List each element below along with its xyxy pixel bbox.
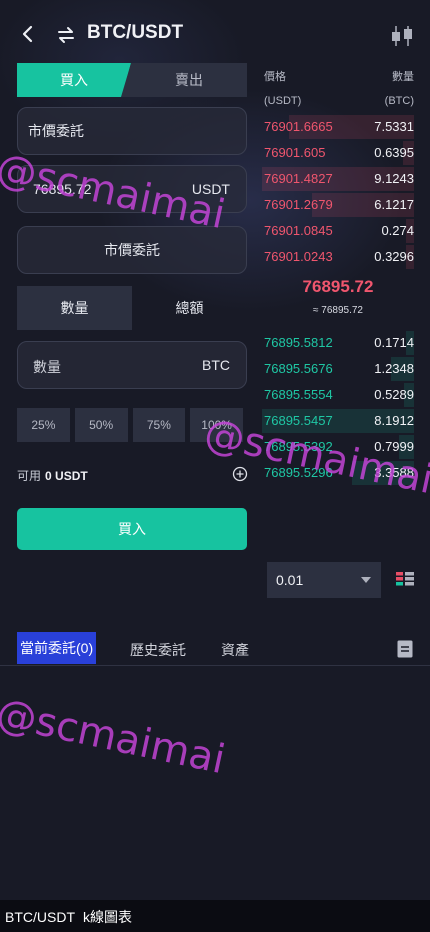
price-field[interactable]: 76895.72 USDT	[17, 165, 247, 213]
ask-row[interactable]: 76901.0243 0.3296	[262, 244, 414, 270]
tab-quantity[interactable]: 數量	[17, 286, 132, 330]
swap-icon[interactable]	[56, 25, 76, 45]
footer-chart-label: k線圖表	[83, 909, 132, 925]
bid-price: 76895.5812	[264, 335, 333, 350]
bid-qty: 0.7999	[374, 439, 414, 454]
amount-mode-tabs: 數量 總額	[17, 286, 247, 330]
ask-qty: 0.6395	[374, 145, 414, 160]
ask-row[interactable]: 76901.4827 9.1243	[262, 166, 414, 192]
available-label: 可用	[17, 469, 42, 483]
ask-price: 76901.2679	[264, 197, 333, 212]
ask-price: 76901.4827	[264, 171, 333, 186]
footer-label: BTC/USDT k線圖表	[5, 907, 132, 927]
trade-side-tabs: 買入 賣出	[17, 63, 247, 97]
amount-input[interactable]: 數量 BTC	[17, 341, 247, 389]
bid-qty: 8.1912	[374, 413, 414, 428]
ask-qty: 0.3296	[374, 249, 414, 264]
percent-75-button[interactable]: 75%	[132, 408, 186, 442]
depth-value: 0.01	[276, 572, 304, 588]
qty-unit-header: (BTC)	[384, 95, 414, 107]
bid-qty: 3.3588	[374, 465, 414, 480]
add-funds-icon[interactable]	[232, 466, 248, 482]
ask-row[interactable]: 76901.605 0.6395	[262, 140, 414, 166]
order-type-label: 市價委託	[28, 123, 84, 139]
tab-order-history[interactable]: 歷史委託	[130, 640, 186, 660]
last-price: 76895.72	[302, 277, 374, 296]
depth-select[interactable]: 0.01	[267, 562, 381, 598]
ask-qty: 0.274	[381, 223, 414, 238]
price-value: 76895.72	[33, 181, 92, 197]
ask-row[interactable]: 76901.6665 7.5331	[262, 114, 414, 140]
tab-total[interactable]: 總額	[132, 286, 247, 330]
ask-price: 76901.6665	[264, 119, 333, 134]
price-unit: USDT	[191, 181, 230, 197]
amount-unit: BTC	[202, 357, 230, 373]
bid-row[interactable]: 76895.5676 1.2348	[262, 356, 414, 382]
buy-submit-button[interactable]: 買入	[17, 508, 247, 550]
candlestick-chart-icon[interactable]	[389, 24, 415, 48]
available-value: 0 USDT	[45, 469, 88, 483]
bid-price: 76895.5554	[264, 387, 333, 402]
percent-50-button[interactable]: 50%	[74, 408, 128, 442]
bid-qty: 0.1714	[374, 335, 414, 350]
bid-row[interactable]: 76895.5812 0.1714	[262, 330, 414, 356]
bid-row[interactable]: 76895.5457 8.1912	[262, 408, 414, 434]
tab-sell[interactable]: 賣出	[121, 63, 247, 97]
ask-price: 76901.0845	[264, 223, 333, 238]
ask-row[interactable]: 76901.2679 6.1217	[262, 192, 414, 218]
tab-assets[interactable]: 資產	[221, 640, 249, 660]
market-order-button[interactable]: 市價委託	[17, 226, 247, 274]
bid-price: 76895.5457	[264, 413, 333, 428]
qty-header: 數量	[392, 71, 414, 83]
percent-buttons: 25% 50% 75% 100%	[17, 408, 243, 442]
back-arrow-icon[interactable]	[18, 24, 38, 44]
price-header: 價格	[264, 71, 286, 83]
bid-row[interactable]: 76895.5554 0.5289	[262, 382, 414, 408]
ask-price: 76901.605	[264, 145, 326, 160]
ask-qty: 9.1243	[374, 171, 414, 186]
tab-buy[interactable]: 買入	[17, 63, 131, 97]
bid-qty: 1.2348	[374, 361, 414, 376]
pair-title: BTC/USDT	[87, 22, 184, 43]
watermark-text: @scmaimai	[0, 690, 229, 784]
last-price-equivalent: ≈ 76895.72	[313, 305, 363, 316]
footer-pair: BTC/USDT	[5, 909, 75, 925]
orderbook-units: (USDT) (BTC)	[264, 95, 414, 107]
bid-qty: 0.5289	[374, 387, 414, 402]
chevron-down-icon	[361, 577, 371, 583]
bid-price: 76895.5676	[264, 361, 333, 376]
orderbook-header: 價格 數量	[264, 68, 414, 84]
document-icon[interactable]	[397, 640, 413, 658]
percent-25-button[interactable]: 25%	[17, 408, 70, 442]
percent-100-button[interactable]: 100%	[190, 408, 243, 442]
available-balance: 可用 0 USDT	[17, 467, 88, 484]
ask-price: 76901.0243	[264, 249, 333, 264]
bid-row[interactable]: 76895.5392 0.7999	[262, 434, 414, 460]
tab-current-orders[interactable]: 當前委託(0)	[17, 632, 97, 664]
order-tabs: 當前委託(0) 歷史委託 資產	[0, 632, 430, 666]
order-type-select[interactable]: 市價委託	[17, 107, 247, 155]
ask-qty: 6.1217	[374, 197, 414, 212]
bid-row[interactable]: 76895.5296 3.3588	[262, 460, 414, 486]
bid-price: 76895.5296	[264, 465, 333, 480]
bid-price: 76895.5392	[264, 439, 333, 454]
price-unit-header: (USDT)	[264, 95, 302, 107]
orderbook-layout-icon[interactable]	[395, 570, 415, 590]
header: BTC/USDT	[0, 0, 430, 68]
ask-qty: 7.5331	[374, 119, 414, 134]
ask-row[interactable]: 76901.0845 0.274	[262, 218, 414, 244]
amount-placeholder: 數量	[33, 359, 61, 375]
footer-bar[interactable]: BTC/USDT k線圖表	[0, 900, 430, 932]
